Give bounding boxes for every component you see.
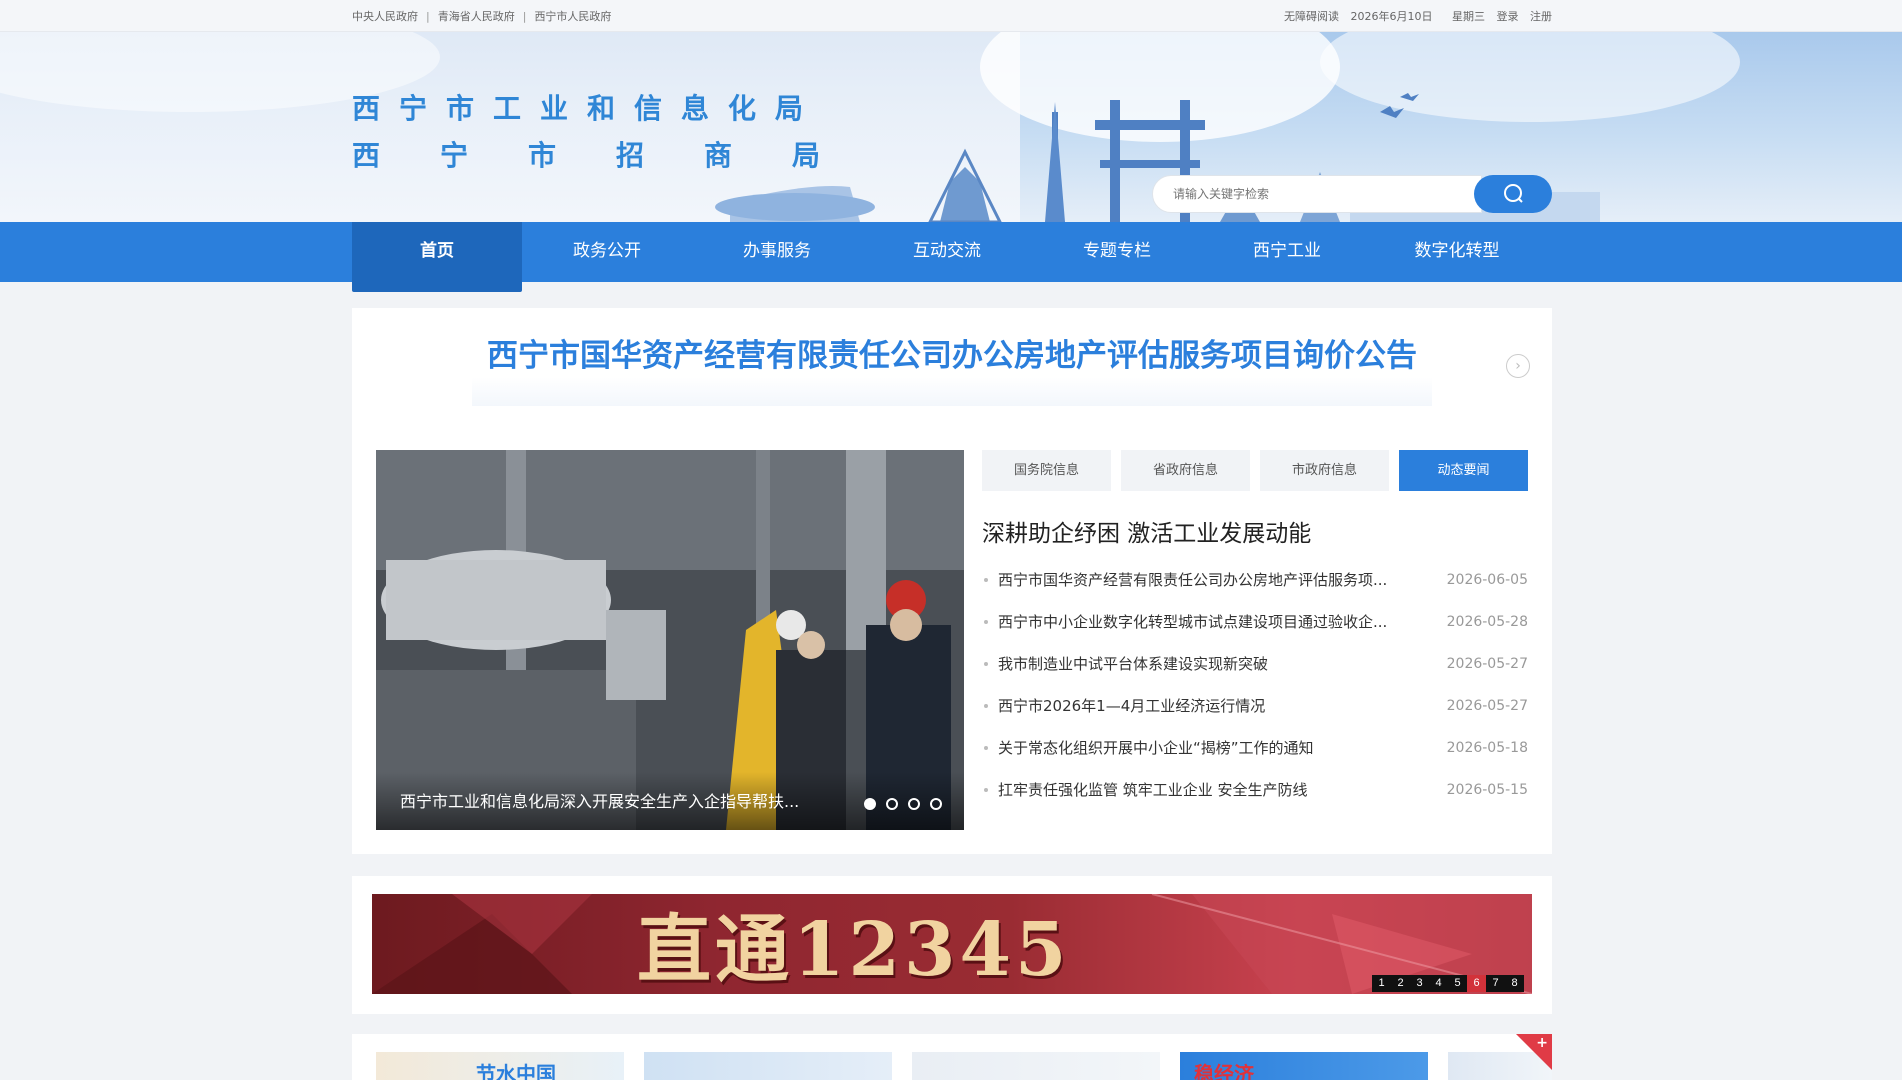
- top-utility-bar: 中央人民政府 | 青海省人民政府 | 西宁市人民政府 无障碍阅读 2026年6月10日 …: [0, 0, 1902, 32]
- main-nav: 首页 政务公开 办事服务 互动交流 专题专栏 西宁工业 数字化转型: [0, 222, 1902, 292]
- list-item[interactable]: 我市制造业中试平台体系建设实现新突破 2026-05-27: [982, 652, 1528, 694]
- search-icon: [1504, 184, 1523, 203]
- bullet-icon: [984, 662, 988, 666]
- news-title[interactable]: 关于常态化组织开展中小企业“揭榜”工作的通知: [998, 736, 1418, 760]
- tab-dynamic-news[interactable]: 动态要闻: [1399, 450, 1528, 491]
- nav-item-digital-transform[interactable]: 数字化转型: [1372, 222, 1542, 282]
- list-item[interactable]: 关于常态化组织开展中小企业“揭榜”工作的通知 2026-05-18: [982, 736, 1528, 778]
- news-date: 2026-05-18: [1446, 740, 1528, 756]
- search-button[interactable]: [1474, 175, 1552, 213]
- carousel-dot[interactable]: [864, 798, 876, 810]
- news-title[interactable]: 我市制造业中试平台体系建设实现新突破: [998, 652, 1418, 676]
- banner-card: 直通12345 1 2 3 4 5 6 7 8: [352, 876, 1552, 1014]
- news-title[interactable]: 西宁市中小企业数字化转型城市试点建设项目通过验收企...: [998, 610, 1418, 634]
- tab-city-gov[interactable]: 市政府信息: [1260, 450, 1389, 491]
- link-separator: |: [522, 10, 527, 23]
- nav-item-topics[interactable]: 专题专栏: [1032, 222, 1202, 282]
- nav-item-home[interactable]: 首页: [352, 222, 522, 292]
- list-item[interactable]: 西宁市中小企业数字化转型城市试点建设项目通过验收企... 2026-05-28: [982, 610, 1528, 652]
- register-link[interactable]: 注册: [1530, 10, 1552, 23]
- thumb-feature-3[interactable]: [912, 1052, 1160, 1080]
- site-header: 西宁市工业和信息化局 西宁市招商局: [0, 32, 1902, 222]
- news-date: 2026-05-27: [1446, 656, 1528, 672]
- banner-title: 直通12345: [637, 907, 1071, 993]
- thumb-feature-2[interactable]: [644, 1052, 892, 1080]
- headline-next-arrow-icon[interactable]: ›: [1506, 354, 1530, 378]
- nav-items: 首页 政务公开 办事服务 互动交流 专题专栏 西宁工业 数字化转型: [352, 222, 1542, 292]
- news-list: 西宁市国华资产经营有限责任公司办公房地产评估服务项... 2026-06-05 西…: [982, 568, 1528, 820]
- thumb-stable-economy[interactable]: 稳经济: [1180, 1052, 1428, 1080]
- search-input[interactable]: [1152, 175, 1482, 213]
- banner-page-button[interactable]: 7: [1486, 975, 1505, 992]
- carousel-dot[interactable]: [930, 798, 942, 810]
- hotline-12345-banner[interactable]: 直通12345 1 2 3 4 5 6 7 8: [372, 894, 1532, 994]
- link-province-gov[interactable]: 青海省人民政府: [438, 10, 515, 23]
- banner-pager: 1 2 3 4 5 6 7 8: [1372, 975, 1524, 992]
- banner-page-button[interactable]: 8: [1505, 975, 1524, 992]
- accessible-reading-link[interactable]: 无障碍阅读: [1284, 10, 1339, 23]
- banner-page-button[interactable]: 3: [1410, 975, 1429, 992]
- nav-item-xining-industry[interactable]: 西宁工业: [1202, 222, 1372, 282]
- thumb-water-saving[interactable]: 节水中国: [376, 1052, 624, 1080]
- news-title[interactable]: 扛牢责任强化监管 筑牢工业企业 安全生产防线: [998, 778, 1418, 802]
- current-date: 2026年6月10日: [1350, 10, 1433, 23]
- news-date: 2026-06-05: [1446, 572, 1528, 588]
- news-tabs: 国务院信息 省政府信息 市政府信息 动态要闻: [982, 450, 1528, 491]
- gov-links: 中央人民政府 | 青海省人民政府 | 西宁市人民政府: [352, 8, 611, 24]
- feature-thumbnails: 节水中国 稳经济 +: [352, 1034, 1552, 1080]
- login-link[interactable]: 登录: [1497, 10, 1519, 23]
- banner-page-button[interactable]: 5: [1448, 975, 1467, 992]
- carousel-dots: [864, 798, 942, 810]
- list-item[interactable]: 西宁市2026年1—4月工业经济运行情况 2026-05-27: [982, 694, 1528, 736]
- current-weekday: 星期三: [1452, 10, 1485, 23]
- link-central-gov[interactable]: 中央人民政府: [352, 10, 418, 23]
- bullet-icon: [984, 704, 988, 708]
- banner-page-button[interactable]: 2: [1391, 975, 1410, 992]
- bullet-icon: [984, 578, 988, 582]
- nav-item-interaction[interactable]: 互动交流: [862, 222, 1032, 282]
- banner-page-button-active[interactable]: 6: [1467, 975, 1486, 992]
- bullet-icon: [984, 788, 988, 792]
- search-bar: [1152, 175, 1552, 215]
- news-date: 2026-05-15: [1446, 782, 1528, 798]
- bullet-icon: [984, 620, 988, 624]
- plus-icon[interactable]: +: [1536, 1035, 1548, 1051]
- bullet-icon: [984, 746, 988, 750]
- banner-page-button[interactable]: 4: [1429, 975, 1448, 992]
- list-item[interactable]: 扛牢责任强化监管 筑牢工业企业 安全生产防线 2026-05-15: [982, 778, 1528, 820]
- banner-page-button[interactable]: 1: [1372, 975, 1391, 992]
- carousel-dot[interactable]: [886, 798, 898, 810]
- list-item[interactable]: 西宁市国华资产经营有限责任公司办公房地产评估服务项... 2026-06-05: [982, 568, 1528, 610]
- main-news-card: 西宁市国华资产经营有限责任公司办公房地产评估服务项目询价公告 › 西宁市工业和信…: [352, 308, 1552, 854]
- news-carousel[interactable]: 西宁市工业和信息化局深入开展安全生产入企指导帮扶...: [376, 450, 964, 830]
- thumb-label: 节水中国: [476, 1062, 556, 1080]
- news-date: 2026-05-28: [1446, 614, 1528, 630]
- nav-item-gov-affairs[interactable]: 政务公开: [522, 222, 692, 282]
- carousel-dot[interactable]: [908, 798, 920, 810]
- news-title[interactable]: 西宁市国华资产经营有限责任公司办公房地产评估服务项...: [998, 568, 1418, 592]
- headline-link[interactable]: 西宁市国华资产经营有限责任公司办公房地产评估服务项目询价公告: [472, 334, 1432, 406]
- thumb-label: 稳经济: [1194, 1062, 1254, 1080]
- topbar-right: 无障碍阅读 2026年6月10日 星期三 登录 注册: [1276, 8, 1552, 24]
- site-title-line1: 西宁市工业和信息化局: [352, 92, 823, 125]
- tab-state-council[interactable]: 国务院信息: [982, 450, 1111, 491]
- nav-item-services[interactable]: 办事服务: [692, 222, 862, 282]
- lead-news-title[interactable]: 深耕助企纾困 激活工业发展动能: [982, 514, 1311, 548]
- site-title-line2: 西宁市招商局: [352, 139, 881, 172]
- tab-provincial-gov[interactable]: 省政府信息: [1121, 450, 1250, 491]
- link-city-gov[interactable]: 西宁市人民政府: [534, 10, 611, 23]
- news-title[interactable]: 西宁市2026年1—4月工业经济运行情况: [998, 694, 1418, 718]
- news-date: 2026-05-27: [1446, 698, 1528, 714]
- carousel-caption[interactable]: 西宁市工业和信息化局深入开展安全生产入企指导帮扶...: [400, 788, 850, 812]
- link-separator: |: [426, 10, 430, 23]
